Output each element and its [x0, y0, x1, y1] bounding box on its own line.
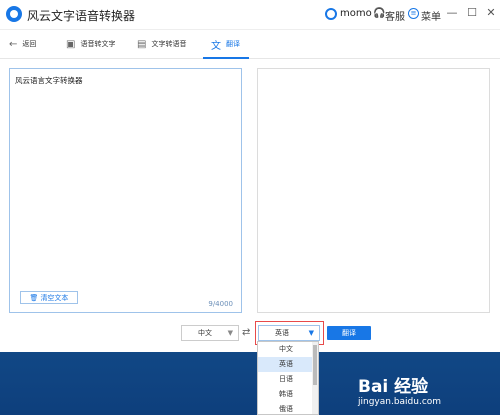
title-bar: 风云文字语音转换器 momo 🎧 客服 ≡ 菜单 — ☐ ✕	[0, 0, 500, 30]
dropdown-scrollbar[interactable]	[312, 342, 318, 414]
language-option[interactable]: 日语	[258, 372, 318, 387]
scrollbar-thumb[interactable]	[313, 345, 317, 385]
target-language-select[interactable]: 英语 ▼	[258, 325, 320, 341]
menu-icon[interactable]: ≡	[408, 8, 419, 19]
maximize-icon[interactable]: ☐	[465, 6, 479, 19]
menu-button[interactable]: 菜单	[421, 8, 441, 23]
tab-translate-label: 翻译	[226, 40, 240, 48]
language-option[interactable]: 中文	[258, 342, 318, 357]
user-name[interactable]: momo	[340, 8, 372, 19]
watermark-url: jingyan.baidu.com	[358, 397, 442, 407]
target-language-value: 英语	[275, 329, 289, 337]
tab-speech-to-text-label: 语音转文字	[80, 40, 116, 48]
translation-output-area[interactable]	[257, 68, 490, 313]
close-icon[interactable]: ✕	[484, 6, 498, 19]
clear-text-label: 清空文本	[40, 293, 69, 302]
baidu-watermark: Bai 经验 jingyan.baidu.com	[358, 372, 441, 407]
text-file-icon: ▤	[137, 38, 147, 50]
back-button[interactable]: ← 返回	[9, 30, 36, 58]
char-count: 9/4000	[208, 300, 233, 308]
source-language-value: 中文	[198, 329, 212, 337]
audio-file-icon: ▣	[66, 38, 76, 50]
nav-bar: ← 返回 ▣ 语音转文字 ▤ 文字转语音 文 翻译	[0, 30, 500, 59]
user-avatar-icon[interactable]	[325, 8, 337, 20]
app-logo-icon	[6, 6, 22, 22]
chevron-down-icon: ▼	[227, 329, 233, 337]
app-title: 风云文字语音转换器	[27, 9, 136, 23]
support-button[interactable]: 客服	[385, 8, 405, 23]
tab-text-to-speech[interactable]: ▤ 文字转语音	[137, 30, 186, 58]
source-text-area[interactable]: 风云语言文字转换器 🗑 清空文本 9/4000	[9, 68, 242, 313]
source-text[interactable]: 风云语言文字转换器	[15, 75, 83, 86]
language-option-selected[interactable]: 英语	[258, 357, 318, 372]
clear-text-button[interactable]: 🗑 清空文本	[20, 291, 78, 304]
target-language-dropdown[interactable]: 中文 英语 日语 韩语 俄语 德语	[257, 341, 319, 415]
tab-translate[interactable]: 文 翻译	[211, 30, 240, 58]
arrow-left-icon: ←	[9, 38, 18, 50]
back-label: 返回	[22, 40, 37, 48]
tab-speech-to-text[interactable]: ▣ 语音转文字	[66, 30, 115, 58]
translate-icon: 文	[211, 40, 221, 52]
tab-text-to-speech-label: 文字转语音	[151, 40, 187, 48]
source-language-select[interactable]: 中文 ▼	[181, 325, 239, 341]
language-option[interactable]: 韩语	[258, 387, 318, 402]
active-tab-indicator	[203, 57, 249, 59]
headset-icon[interactable]: 🎧	[373, 8, 385, 19]
swap-languages-icon[interactable]: ⇄	[242, 327, 250, 338]
trash-icon: 🗑	[29, 293, 39, 302]
app-window: 风云文字语音转换器 momo 🎧 客服 ≡ 菜单 — ☐ ✕ ← 返回 ▣ 语音…	[0, 0, 500, 352]
minimize-icon[interactable]: —	[445, 6, 459, 19]
translate-button[interactable]: 翻译	[327, 326, 371, 340]
watermark-logo: Bai 经验	[358, 377, 429, 397]
language-option[interactable]: 俄语	[258, 402, 318, 414]
chevron-down-icon: ▼	[308, 329, 314, 337]
